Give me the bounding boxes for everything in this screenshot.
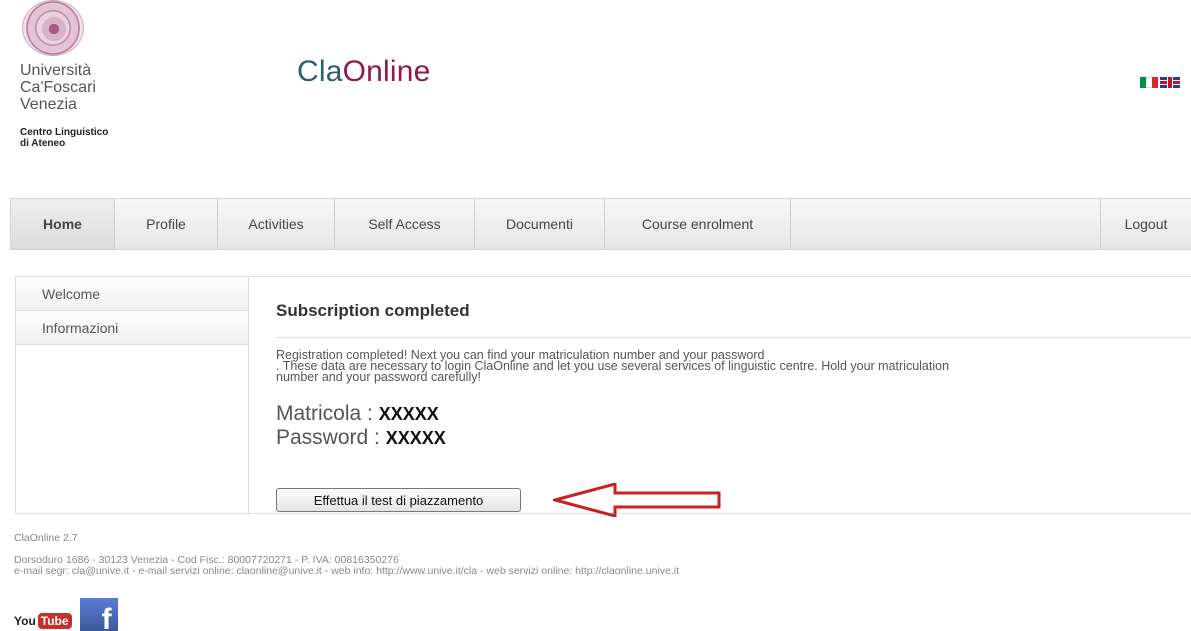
nav-spacer <box>791 199 1101 249</box>
main-nav: Home Profile Activities Self Access Docu… <box>10 198 1191 250</box>
university-seal-icon <box>22 0 84 56</box>
matricola-value: XXXXX <box>378 404 439 424</box>
page-title: Subscription completed <box>276 301 470 320</box>
university-name: Università Ca'Foscari Venezia <box>20 62 96 113</box>
app-title: ClaOnline <box>297 55 431 88</box>
social-links: You Tube f <box>14 598 118 631</box>
nav-course-enrolment[interactable]: Course enrolment <box>605 199 791 249</box>
nav-profile[interactable]: Profile <box>115 199 218 249</box>
nav-home[interactable]: Home <box>11 199 115 249</box>
matricola-row: Matricola : XXXXX <box>276 403 1191 425</box>
facebook-icon[interactable]: f <box>79 598 118 631</box>
password-label: Password : <box>276 426 380 449</box>
app-version: ClaOnline 2.7 <box>14 532 78 544</box>
main-panel: Welcome Informazioni Subscription comple… <box>15 276 1191 517</box>
content-area: Subscription completed Registration comp… <box>276 277 1191 517</box>
language-selector <box>1140 77 1180 88</box>
youtube-icon[interactable]: You Tube <box>14 611 72 631</box>
sidebar-item-welcome[interactable]: Welcome <box>16 277 248 311</box>
english-flag-icon[interactable] <box>1160 77 1180 88</box>
nav-documenti[interactable]: Documenti <box>475 199 605 249</box>
red-arrow-icon <box>553 483 721 517</box>
footer-address: Dorsoduro 1686 - 30123 Venezia - Cod Fis… <box>14 554 680 577</box>
sidebar: Welcome Informazioni <box>16 277 249 513</box>
placement-test-row: Effettua il test di piazzamento <box>276 483 723 517</box>
centro-linguistico-label: Centro Linguistico di Ateneo <box>20 127 109 149</box>
nav-self-access[interactable]: Self Access <box>335 199 475 249</box>
matricola-label: Matricola : <box>276 402 373 425</box>
password-row: Password : XXXXX <box>276 427 1191 449</box>
nav-activities[interactable]: Activities <box>218 199 335 249</box>
logout-button[interactable]: Logout <box>1101 199 1191 249</box>
italian-flag-icon[interactable] <box>1140 77 1158 88</box>
university-logo: Università Ca'Foscari Venezia Centro Lin… <box>20 0 160 149</box>
title-divider <box>276 337 1191 338</box>
placement-test-button[interactable]: Effettua il test di piazzamento <box>276 488 521 512</box>
sidebar-item-informazioni[interactable]: Informazioni <box>16 311 248 345</box>
registration-message: Registration completed! Next you can fin… <box>276 348 950 384</box>
password-value: XXXXX <box>385 428 446 448</box>
